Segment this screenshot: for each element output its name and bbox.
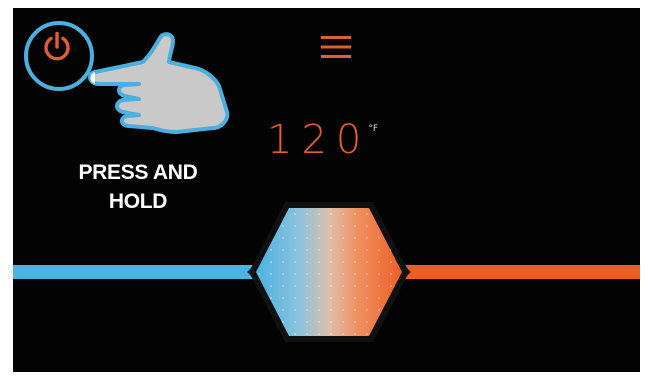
device-screen: 120 °F PRESS AND HOLD — [13, 8, 640, 372]
slider-thumb[interactable] — [249, 202, 409, 342]
slider-track-cold — [13, 265, 257, 279]
slider-track-hot — [405, 265, 640, 279]
menu-button[interactable] — [319, 32, 353, 62]
hamburger-menu-icon — [321, 36, 351, 58]
instruction-line-1: PRESS AND — [78, 161, 198, 184]
temperature-display: 120 °F — [267, 116, 378, 164]
pointing-hand-icon — [88, 32, 230, 134]
temperature-unit: °F — [368, 124, 379, 134]
temperature-value: 120 — [267, 117, 371, 163]
temperature-slider[interactable] — [13, 196, 640, 346]
